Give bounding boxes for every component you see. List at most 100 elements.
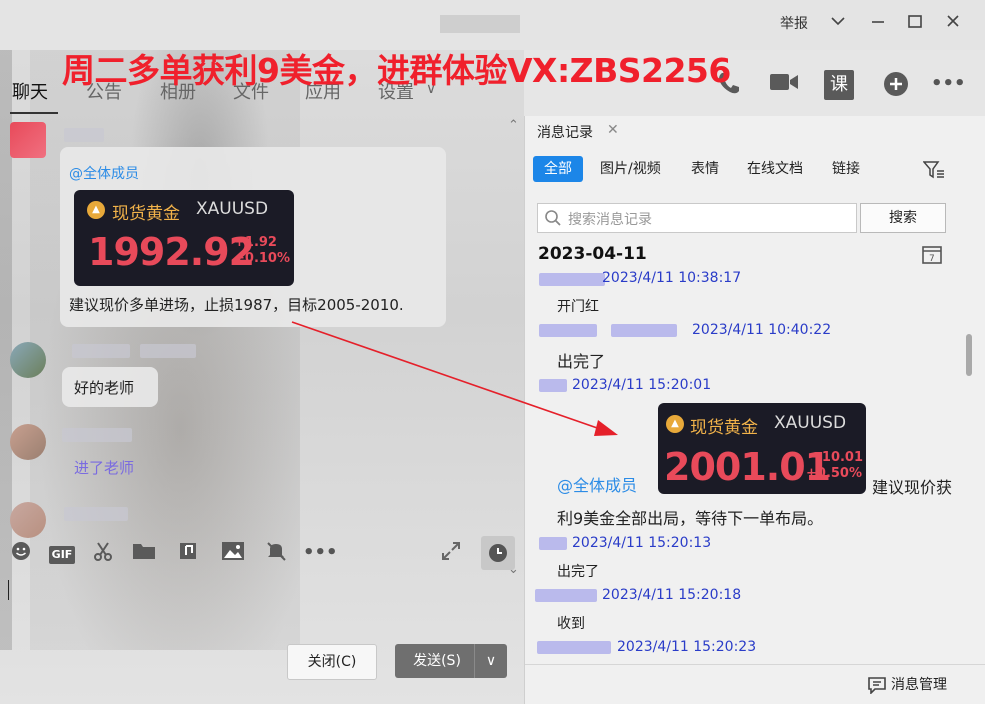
course-icon[interactable]: 课 xyxy=(824,70,854,100)
filter-docs[interactable]: 在线文档 xyxy=(747,156,803,182)
sender-name xyxy=(535,589,597,602)
minimize-icon[interactable] xyxy=(870,12,886,36)
add-icon[interactable] xyxy=(880,70,912,102)
close-button[interactable]: 关闭(C) xyxy=(287,644,377,680)
more-icon[interactable]: ••• xyxy=(303,540,338,566)
send-options-chevron-icon[interactable]: ∨ xyxy=(474,644,507,678)
message-manage-button[interactable]: 消息管理 xyxy=(891,674,947,694)
quote-name: 现货黄金 xyxy=(112,204,180,224)
sender-name xyxy=(539,273,605,286)
filter-links[interactable]: 链接 xyxy=(832,156,860,182)
chevron-down-icon[interactable] xyxy=(830,12,846,36)
svg-text:7: 7 xyxy=(929,254,935,264)
chat-panel: 聊天 公告 相册 文件 应用 设置 ∨ @全体成员 ▲ 现货黄金 XAUUSD … xyxy=(0,50,524,704)
message-bubble[interactable]: @全体成员 ▲ 现货黄金 XAUUSD 1992.92 +1.92 +0.10%… xyxy=(60,147,446,327)
record-text: 利9美金全部出局，等待下一单布局。 xyxy=(557,509,824,528)
history-scrollbar[interactable] xyxy=(966,334,972,376)
clock-icon[interactable] xyxy=(481,536,515,570)
video-icon[interactable] xyxy=(768,70,800,102)
avatar[interactable] xyxy=(10,502,46,538)
folder-icon[interactable] xyxy=(131,540,157,566)
sender-name xyxy=(539,537,567,550)
message-text: 好的老师 xyxy=(74,379,135,397)
search-input[interactable]: 搜索消息记录 xyxy=(537,203,857,233)
send-button[interactable]: 发送(S) xyxy=(395,644,479,678)
input-toolbar: GIF ••• xyxy=(0,536,524,574)
search-icon xyxy=(545,210,561,226)
mention-all[interactable]: @全体成员 xyxy=(557,472,637,496)
message-bubble[interactable]: 好的老师 xyxy=(62,367,158,407)
gold-quote-card[interactable]: ▲ 现货黄金 XAUUSD 2001.01 +10.01 +0.50% xyxy=(658,403,866,494)
overlay-headline: 周二多单获利9美金，进群体验VX:ZBS2256 xyxy=(62,51,731,90)
sender-name xyxy=(539,324,597,337)
message-list: @全体成员 ▲ 现货黄金 XAUUSD 1992.92 +1.92 +0.10%… xyxy=(0,118,524,580)
gif-icon[interactable]: GIF xyxy=(48,540,76,566)
quote-symbol: XAUUSD xyxy=(196,199,269,219)
gold-coin-icon: ▲ xyxy=(87,201,105,219)
sender-title xyxy=(611,324,677,337)
sender-title xyxy=(140,344,196,358)
expand-icon[interactable] xyxy=(438,540,464,566)
calendar-icon[interactable]: 7 xyxy=(922,244,942,268)
record-text: 开门红 xyxy=(557,299,599,315)
quote-change: +1.92 xyxy=(234,235,277,250)
sender-name xyxy=(72,344,130,358)
report-button[interactable]: 举报 xyxy=(780,12,808,36)
avatar[interactable] xyxy=(10,424,46,460)
more-icon[interactable]: ••• xyxy=(931,68,966,100)
music-icon[interactable] xyxy=(175,540,201,566)
history-footer: 消息管理 xyxy=(525,664,985,704)
tab-history[interactable]: 消息记录 ✕ xyxy=(525,116,633,150)
collapse-up-icon[interactable]: ⌃ xyxy=(508,118,519,133)
close-icon[interactable] xyxy=(945,12,961,36)
quote-symbol: XAUUSD xyxy=(774,413,847,433)
quote-name: 现货黄金 xyxy=(690,418,758,438)
sender-name xyxy=(62,428,132,442)
mention-all[interactable]: @全体成员 xyxy=(69,163,139,183)
message-text: 建议现价多单进场，止损1987，目标2005-2010. xyxy=(69,296,404,314)
gold-quote-card[interactable]: ▲ 现货黄金 XAUUSD 1992.92 +1.92 +0.10% xyxy=(74,190,294,286)
avatar[interactable] xyxy=(10,342,46,378)
sender-name xyxy=(64,128,104,142)
quote-change-pct: +0.50% xyxy=(806,466,862,481)
record-time: 2023/4/11 15:20:18 xyxy=(602,587,742,603)
filter-media[interactable]: 图片/视频 xyxy=(600,156,661,182)
filter-settings-icon[interactable] xyxy=(922,160,945,184)
sender-name xyxy=(537,641,611,654)
sender-name xyxy=(539,379,567,392)
record-text: 收到 xyxy=(557,616,585,632)
record-time: 2023/4/11 10:38:17 xyxy=(602,270,742,286)
close-tab-icon[interactable]: ✕ xyxy=(607,122,619,138)
record-time: 2023/4/11 15:20:13 xyxy=(572,535,712,551)
record-time: 2023/4/11 15:20:23 xyxy=(617,639,757,655)
quote-change: +10.01 xyxy=(811,450,864,465)
date-header: 2023-04-11 xyxy=(538,244,647,264)
image-icon[interactable] xyxy=(220,540,246,566)
message-manage-icon[interactable] xyxy=(867,676,887,698)
emoji-icon[interactable] xyxy=(8,540,34,566)
filter-all[interactable]: 全部 xyxy=(533,156,583,182)
maximize-icon[interactable] xyxy=(907,12,923,36)
record-time: 2023/4/11 10:40:22 xyxy=(692,322,832,338)
filter-stickers[interactable]: 表情 xyxy=(691,156,719,182)
scissors-icon[interactable] xyxy=(90,540,116,566)
active-tab-indicator xyxy=(10,112,58,114)
record-text: 出完了 xyxy=(557,352,606,371)
tab-chat[interactable]: 聊天 xyxy=(12,78,48,104)
quote-change-pct: +0.10% xyxy=(234,251,290,266)
history-tab-label: 消息记录 xyxy=(537,125,593,141)
search-placeholder: 搜索消息记录 xyxy=(568,212,652,228)
quote-price: 1992.92 xyxy=(88,230,255,274)
record-time: 2023/4/11 15:20:01 xyxy=(572,377,712,393)
window-title xyxy=(440,15,520,33)
gold-coin-icon: ▲ xyxy=(666,415,684,433)
sender-name xyxy=(64,507,128,521)
avatar[interactable] xyxy=(10,122,46,158)
mute-icon[interactable] xyxy=(263,540,289,566)
search-button[interactable]: 搜索 xyxy=(860,203,946,233)
title-bar: 举报 xyxy=(0,0,985,50)
record-text: 出完了 xyxy=(557,564,599,580)
history-panel: 消息记录 ✕ 全部 图片/视频 表情 在线文档 链接 搜索消息记录 搜索 202… xyxy=(524,116,985,704)
record-text: 建议现价获 xyxy=(872,478,953,497)
message-text: 进了老师 xyxy=(74,459,135,477)
